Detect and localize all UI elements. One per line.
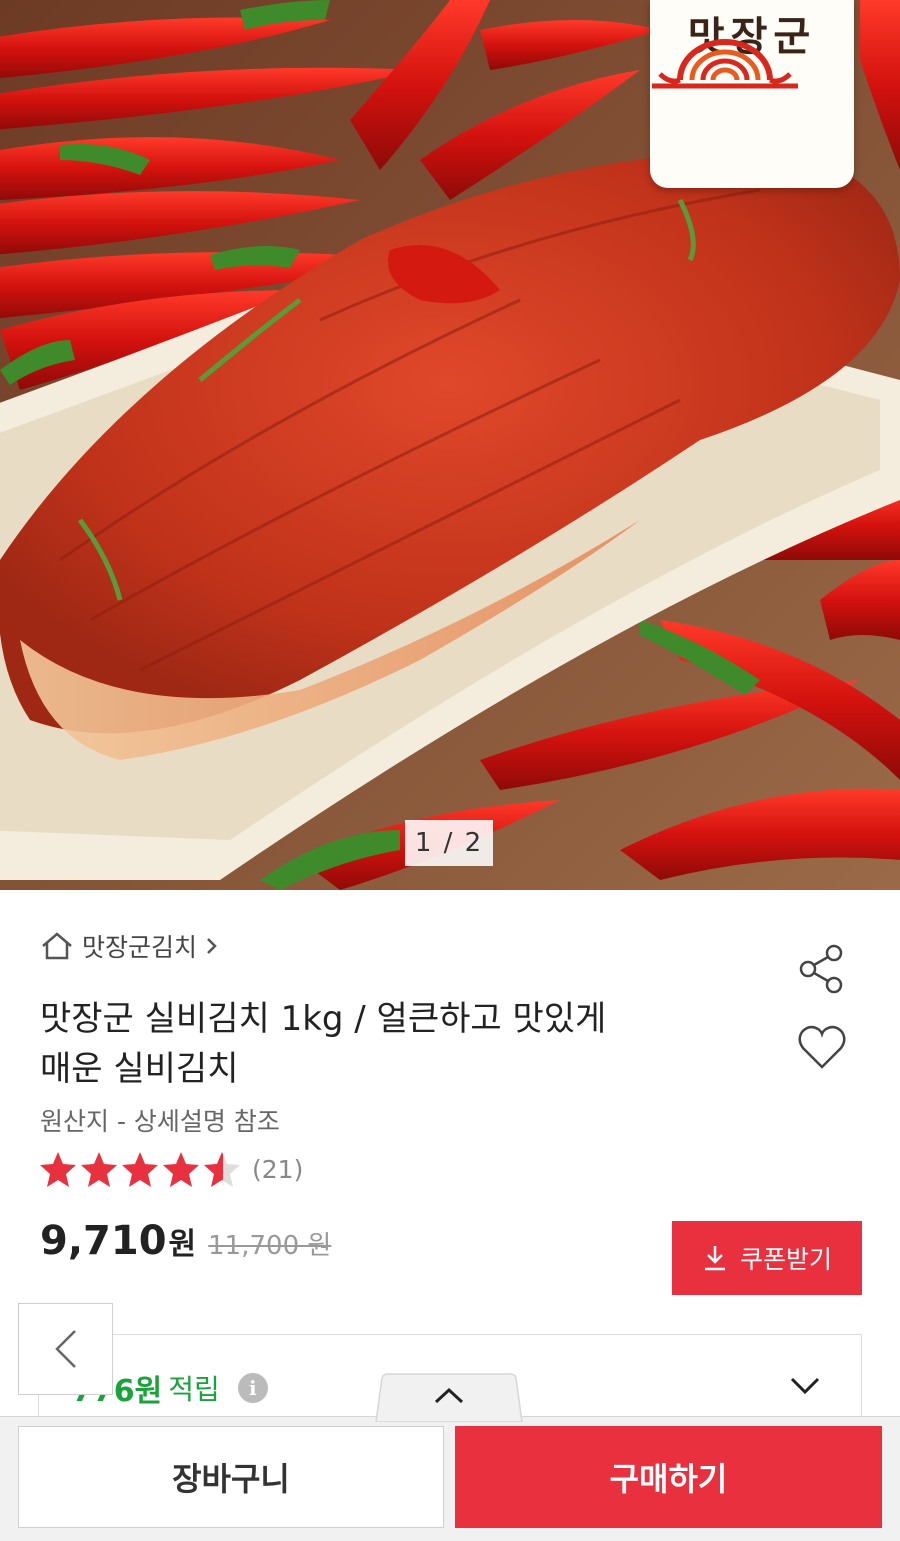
original-price: 11,700 원 <box>208 1231 332 1261</box>
coupon-button-label: 쿠폰받기 <box>739 1245 832 1274</box>
drawer-handle[interactable] <box>374 1372 524 1422</box>
brand-logo: 맛장군 <box>650 0 854 188</box>
product-image[interactable]: 맛장군 1 / 2 <box>0 0 900 890</box>
wishlist-button[interactable] <box>796 1021 848 1073</box>
product-origin: 원산지 - 상세설명 참조 <box>40 1107 280 1136</box>
chevron-down-icon[interactable] <box>788 1372 822 1398</box>
breadcrumb-store-link[interactable]: 맛장군김치 <box>82 928 197 964</box>
image-pager: 1 / 2 <box>405 820 493 866</box>
points-label: 적립 <box>168 1373 220 1406</box>
review-count[interactable]: (21) <box>252 1155 303 1184</box>
share-icon <box>799 944 843 994</box>
info-icon[interactable]: i <box>237 1373 268 1403</box>
price-unit: 원 <box>168 1227 197 1262</box>
buy-now-button[interactable]: 구매하기 <box>455 1426 882 1528</box>
home-icon <box>42 932 72 960</box>
coupon-button[interactable]: 쿠폰받기 <box>672 1221 862 1295</box>
product-title-line2: 매운 실비김치 <box>40 1049 239 1089</box>
star-icon <box>163 1152 199 1187</box>
heart-icon <box>798 1025 846 1069</box>
breadcrumb[interactable]: 맛장군김치 <box>40 926 219 966</box>
star-icon <box>81 1152 117 1187</box>
chevron-right-icon <box>207 938 217 954</box>
share-button[interactable] <box>796 943 848 995</box>
star-icon <box>40 1152 76 1187</box>
product-title: 맛장군 실비김치 1kg / 얼큰하고 맛있게 매운 실비김치 <box>40 994 740 1094</box>
download-icon <box>704 1246 725 1271</box>
price-row: 9,710 원 11,700 원 <box>40 1218 331 1264</box>
half-star-icon <box>204 1152 240 1187</box>
back-button[interactable] <box>18 1303 113 1395</box>
product-rating[interactable]: (21) <box>38 1150 303 1188</box>
star-rating <box>38 1150 242 1188</box>
sunrise-logo-icon <box>652 39 798 89</box>
chevron-left-icon <box>54 1330 76 1368</box>
star-icon <box>122 1152 158 1187</box>
sale-price: 9,710 <box>40 1218 167 1264</box>
add-to-cart-button[interactable]: 장바구니 <box>18 1426 444 1528</box>
product-title-line1: 맛장군 실비김치 1kg / 얼큰하고 맛있게 <box>40 999 607 1039</box>
